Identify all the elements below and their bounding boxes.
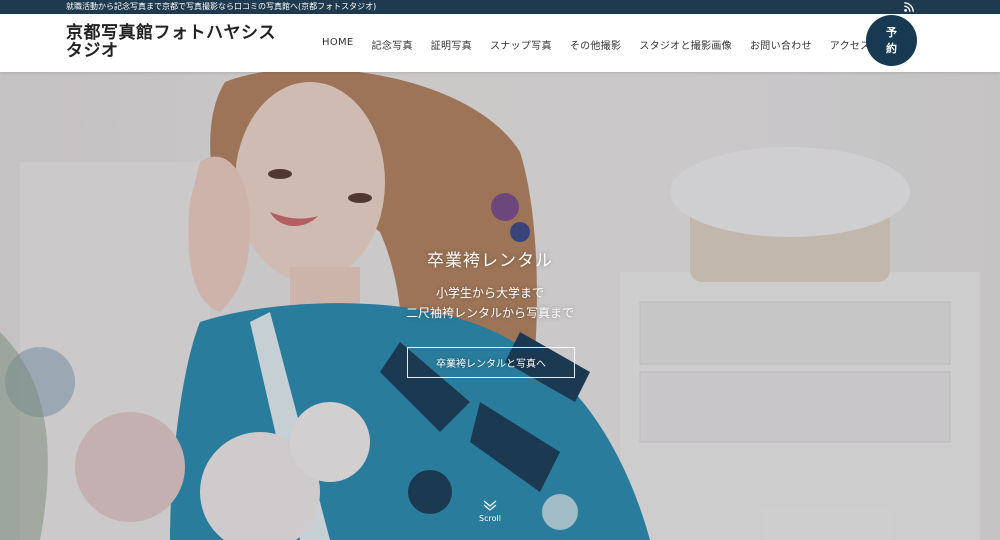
nav-id-photo[interactable]: 証明写真	[431, 37, 472, 52]
hero-slider: 卒業袴レンタル 小学生から大学まで 二尺袖袴レンタルから写真まで 卒業袴レンタル…	[0, 72, 1000, 540]
reserve-label-2: 約	[886, 41, 897, 55]
chevron-down-icon	[483, 500, 497, 511]
top-info-bar: 就職活動から記念写真まで京都で写真撮影なら口コミの写真館へ(京都フォトスタジオ)	[0, 0, 1000, 14]
main-nav: HOME 記念写真 証明写真 スナップ写真 その他撮影 スタジオと撮影画像 お問…	[322, 37, 888, 52]
site-title[interactable]: 京都写真館フォトハヤシスタジオ	[66, 24, 281, 60]
hero-subtitle: 小学生から大学まで 二尺袖袴レンタルから写真まで	[0, 283, 980, 323]
nav-contact[interactable]: お問い合わせ	[750, 37, 812, 52]
nav-snapshot[interactable]: スナップ写真	[490, 37, 552, 52]
hakama-rental-button[interactable]: 卒業袴レンタルと写真へ	[407, 347, 575, 378]
scroll-label: Scroll	[479, 514, 501, 523]
site-header: 京都写真館フォトハヤシスタジオ HOME 記念写真 証明写真 スナップ写真 その…	[0, 14, 1000, 72]
scroll-indicator[interactable]: Scroll	[474, 500, 506, 523]
hero-title: 卒業袴レンタル	[427, 251, 553, 271]
tagline: 就職活動から記念写真まで京都で写真撮影なら口コミの写真館へ(京都フォトスタジオ)	[66, 2, 377, 11]
reserve-button[interactable]: 予 約	[866, 15, 917, 66]
hero-subtitle-line-1: 小学生から大学まで	[435, 286, 544, 300]
nav-access[interactable]: アクセス	[830, 37, 871, 52]
nav-home[interactable]: HOME	[322, 37, 354, 52]
nav-other-shoots[interactable]: その他撮影	[570, 37, 622, 52]
hero-subtitle-line-2: 二尺袖袴レンタルから写真まで	[405, 306, 574, 320]
rss-icon[interactable]	[904, 2, 914, 12]
nav-studio-gallery[interactable]: スタジオと撮影画像	[639, 37, 732, 52]
hero-caption: 卒業袴レンタル 小学生から大学まで 二尺袖袴レンタルから写真まで 卒業袴レンタル…	[0, 72, 1000, 540]
nav-commemorative-photo[interactable]: 記念写真	[372, 37, 413, 52]
reserve-label-1: 予	[886, 25, 897, 39]
